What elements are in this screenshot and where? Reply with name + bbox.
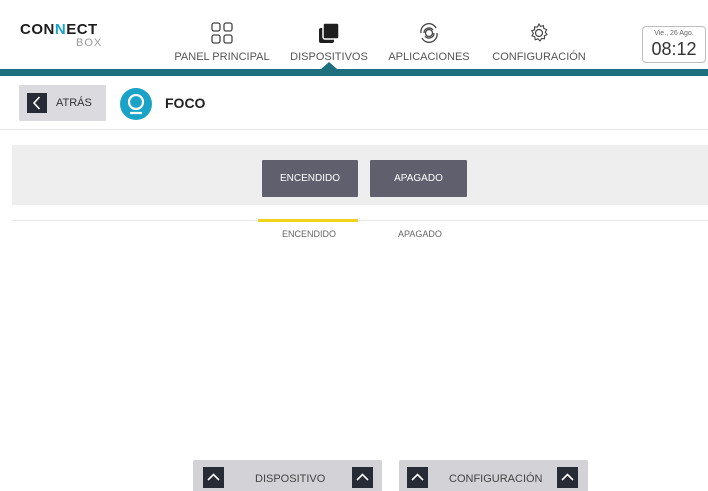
off-button[interactable]: APAGADO <box>370 160 467 197</box>
device-drawer-button[interactable]: DISPOSITIVO <box>193 460 382 491</box>
active-tab-indicator <box>258 219 358 222</box>
nav-label: PANEL PRINCIPAL <box>174 51 270 63</box>
config-drawer-button[interactable]: CONFIGURACIÓN <box>399 460 588 491</box>
drawer-label: DISPOSITIVO <box>255 473 326 485</box>
connect-box-logo: CONNECT BOX <box>20 21 120 51</box>
grid-icon <box>211 22 233 47</box>
control-band: ENCENDIDO APAGADO <box>12 145 708 205</box>
clock-time: 08:12 <box>651 39 697 59</box>
bulb-icon <box>120 88 152 120</box>
chevron-left-icon <box>27 93 47 113</box>
logo-subtext: BOX <box>76 37 103 49</box>
drawer-label: CONFIGURACIÓN <box>449 473 543 485</box>
clock-date: Vie., 26 Ago. <box>654 30 694 37</box>
device-title-row: ATRÁS FOCO <box>0 76 708 130</box>
clock-widget: Vie., 26 Ago. 08:12 <box>642 26 706 63</box>
nav-label: APLICACIONES <box>388 51 470 63</box>
tab-encendido[interactable]: ENCENDIDO <box>282 229 336 239</box>
top-header: CONNECT BOX PANEL PRINCIPAL DISPOSITIVOS <box>0 0 708 69</box>
active-nav-pointer <box>321 62 337 69</box>
apps-icon <box>417 22 441 47</box>
gear-icon <box>528 22 550 47</box>
chevron-up-icon <box>203 467 224 488</box>
tab-apagado[interactable]: APAGADO <box>398 229 442 239</box>
chevron-up-icon <box>352 467 373 488</box>
chevron-up-icon <box>407 467 428 488</box>
logo-text-part: ECT <box>66 21 98 38</box>
devices-icon <box>318 22 340 47</box>
nav-dispositivos[interactable]: DISPOSITIVOS <box>288 0 370 69</box>
header-accent-bar <box>0 69 708 76</box>
nav-aplicaciones[interactable]: APLICACIONES <box>385 0 473 69</box>
nav-configuracion[interactable]: CONFIGURACIÓN <box>488 0 590 69</box>
back-label: ATRÁS <box>56 97 92 109</box>
tab-divider <box>12 220 708 221</box>
nav-label: CONFIGURACIÓN <box>492 51 586 63</box>
back-button[interactable]: ATRÁS <box>19 85 106 121</box>
on-button[interactable]: ENCENDIDO <box>262 160 358 197</box>
logo-text-accent: N <box>54 21 67 38</box>
device-name: FOCO <box>165 95 206 111</box>
chevron-up-icon <box>557 467 578 488</box>
logo-text-part: CON <box>20 21 55 38</box>
nav-panel-principal[interactable]: PANEL PRINCIPAL <box>174 0 270 69</box>
